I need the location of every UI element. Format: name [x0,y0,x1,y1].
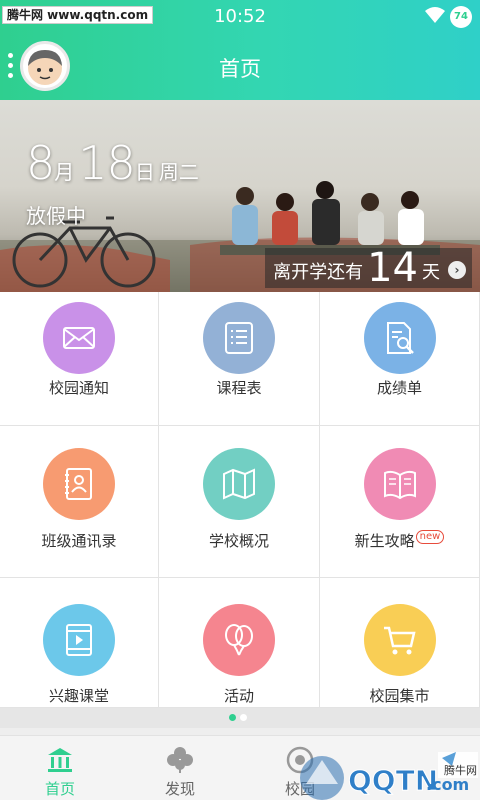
tile-school-notice[interactable]: 校园通知 [0,292,159,426]
banner-date: 8月18日 周二 [26,136,203,190]
tile-label-text: 新生攻略 [354,532,415,550]
banner-month-unit: 月 [54,160,75,184]
new-badge: new [415,530,445,544]
tile-report-card[interactable]: 成绩单 [320,292,480,426]
tile-timetable[interactable]: 课程表 [159,292,320,426]
battery-icon: 74 [450,6,472,28]
banner-day: 18 [78,136,136,190]
page-indicator [0,708,480,728]
contacts-book-icon [43,448,115,520]
tile-interest-class[interactable]: 兴趣课堂 [0,578,159,708]
clover-icon [167,747,193,773]
watermark-site: 腾牛网 [444,763,477,777]
watermark-brand: QQTN [348,764,438,797]
tile-label: 兴趣课堂 [48,687,109,705]
video-icon [43,604,115,676]
status-bar: 腾牛网 www.qqtn.com 10:52 74 [0,0,480,33]
tile-label: 校园集市 [369,687,430,705]
app-header: 首页 [0,33,480,100]
tile-school-overview[interactable]: 学校概况 [159,426,320,578]
nav-home[interactable]: 首页 [0,736,120,800]
list-icon [203,302,275,374]
wifi-icon [425,7,445,23]
countdown-button[interactable]: 离开学还有 14 天 › [265,248,472,288]
chevron-right-icon: › [448,261,466,279]
feature-grid: 校园通知 课程表 成绩单 班级通讯录 学校概况 新生攻略 new 兴趣课堂 活动… [0,292,480,708]
banner-day-unit: 日 [134,160,155,184]
banner-weekday: 周二 [158,160,199,184]
tile-freshman-guide[interactable]: 新生攻略 new [320,426,480,578]
date-banner[interactable]: 8月18日 周二 放假中 离开学还有 14 天 › [0,100,480,292]
open-book-icon [363,448,436,520]
tile-campus-market[interactable]: 校园集市 [320,578,480,708]
tile-label: 活动 [223,687,254,705]
tile-label: 成绩单 [376,379,422,397]
page-dot-active[interactable] [229,714,236,721]
document-search-icon [363,302,436,374]
balloons-icon [203,604,275,676]
page-title: 首页 [219,57,261,81]
map-icon [203,448,275,520]
qqtn-watermark: QQTN .com 腾牛网 [296,748,480,800]
status-time: 10:52 [214,6,266,27]
envelope-icon [43,302,115,374]
tile-label: 学校概况 [208,532,269,550]
tile-label: 校园通知 [48,379,109,397]
tile-activities[interactable]: 活动 [159,578,320,708]
cart-icon [363,604,436,676]
countdown-prefix: 离开学还有 [273,262,364,283]
tile-class-contacts[interactable]: 班级通讯录 [0,426,159,578]
nav-label: 发现 [164,780,195,798]
countdown-days: 14 [367,245,418,291]
tile-label: 课程表 [216,379,262,397]
tile-label: 新生攻略 new [320,530,479,551]
school-icon [48,748,72,772]
banner-month: 8 [26,136,55,190]
page-dot[interactable] [240,714,247,721]
tile-label: 班级通讯录 [41,532,117,550]
countdown-suffix: 天 [422,262,440,283]
banner-status: 放假中 [26,204,86,228]
nav-label: 首页 [44,780,75,798]
qqtn-logo: QQTN .com 腾牛网 [300,752,478,800]
nav-discover[interactable]: 发现 [120,736,240,800]
